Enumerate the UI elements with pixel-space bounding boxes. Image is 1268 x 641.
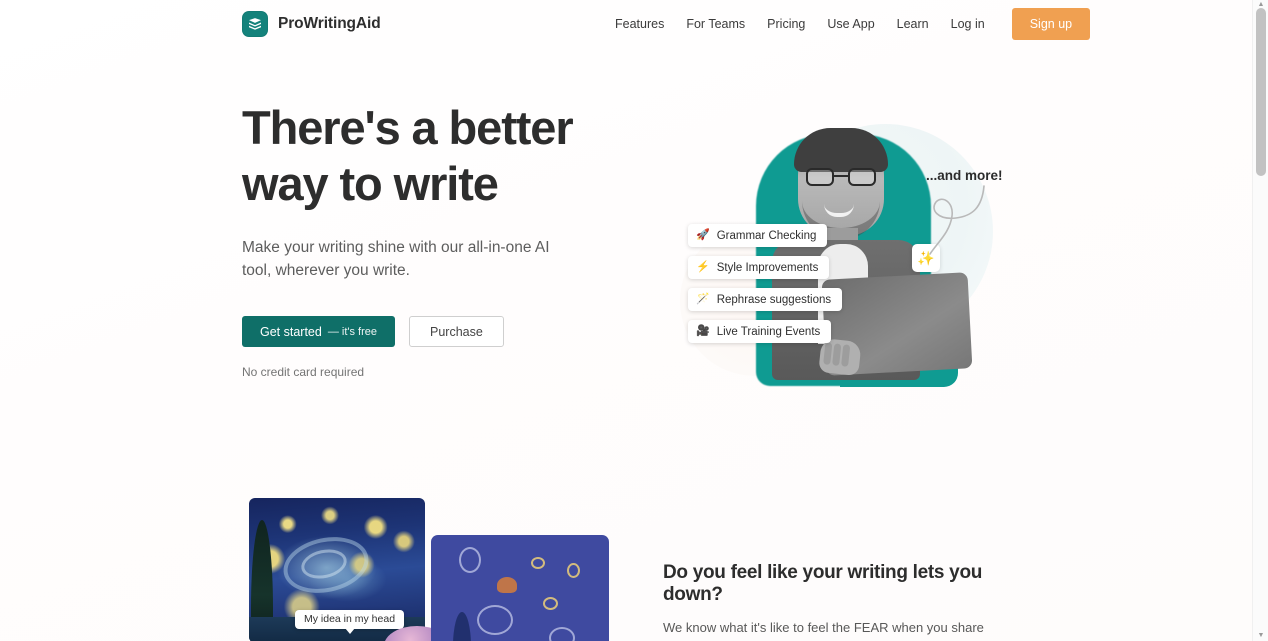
hero-illustration: ✨ ...and more! 🚀 Grammar Checking ⚡ Styl… bbox=[660, 96, 1010, 396]
video-camera-icon: 🎥 bbox=[696, 325, 710, 337]
no-credit-card-note: No credit card required bbox=[242, 365, 365, 379]
feature-chip-list: 🚀 Grammar Checking ⚡ Style Improvements … bbox=[688, 224, 843, 343]
hand-drawn-arrow-icon bbox=[929, 185, 985, 255]
doodle-star bbox=[543, 597, 558, 610]
get-started-note: — it's free bbox=[327, 325, 378, 338]
doodle-star bbox=[531, 557, 545, 569]
rocket-icon: 🚀 bbox=[696, 229, 710, 241]
starry-night-image: My idea in my head bbox=[249, 498, 425, 641]
purchase-button[interactable]: Purchase bbox=[409, 316, 504, 347]
hero-actions: Get started — it's free Purchase bbox=[242, 316, 642, 347]
feature-chip-label: Rephrase suggestions bbox=[716, 293, 832, 306]
section-heading: Do you feel like your writing lets you d… bbox=[663, 562, 983, 605]
page-scrollbar[interactable]: ▲ ▼ bbox=[1252, 0, 1268, 641]
hero-subtitle: Make your writing shine with our all-in-… bbox=[242, 239, 550, 279]
hero-copy: There's a better way to write Make your … bbox=[242, 100, 642, 347]
page-content: ProWritingAid Features For Teams Pricing… bbox=[0, 0, 1252, 641]
doodle-swirl bbox=[549, 627, 575, 641]
feature-chip-label: Style Improvements bbox=[716, 261, 819, 274]
scroll-down-arrow-icon[interactable]: ▼ bbox=[1257, 632, 1265, 640]
person-hair bbox=[794, 128, 888, 172]
lightning-icon: ⚡ bbox=[696, 261, 710, 273]
feature-chip-grammar-checking: 🚀 Grammar Checking bbox=[688, 224, 828, 247]
feature-chip-label: Grammar Checking bbox=[716, 229, 817, 242]
artwork-caption: My idea in my head bbox=[295, 610, 405, 634]
lower-section: My idea in my head Do you feel like your… bbox=[0, 470, 1252, 641]
doodle-swirl bbox=[477, 605, 513, 635]
feature-chip-label: Live Training Events bbox=[716, 325, 821, 338]
browser-viewport: ProWritingAid Features For Teams Pricing… bbox=[0, 0, 1268, 641]
doodle-star bbox=[567, 563, 580, 578]
lower-copy: Do you feel like your writing lets you d… bbox=[663, 562, 1023, 641]
artwork-comparison: My idea in my head bbox=[249, 498, 619, 641]
hero-section: There's a better way to write Make your … bbox=[0, 0, 1252, 470]
person-hand bbox=[818, 338, 862, 376]
magic-wand-icon: 🪄 bbox=[696, 293, 710, 305]
section-body: We know what it's like to feel the FEAR … bbox=[663, 620, 984, 635]
feature-chip-style-improvements: ⚡ Style Improvements bbox=[688, 256, 830, 279]
and-more-annotation: ...and more! bbox=[926, 168, 1003, 183]
get-started-button[interactable]: Get started — it's free bbox=[242, 316, 396, 347]
page-title: There's a better way to write bbox=[242, 101, 574, 210]
glasses-icon bbox=[806, 168, 876, 186]
simple-cypress-tree bbox=[453, 612, 471, 641]
doodle-swirl bbox=[459, 547, 481, 573]
feature-chip-live-training-events: 🎥 Live Training Events bbox=[688, 320, 832, 343]
simplified-artwork-image bbox=[431, 535, 609, 641]
doodle-moon bbox=[497, 577, 517, 593]
scrollbar-thumb[interactable] bbox=[1256, 8, 1266, 176]
feature-chip-rephrase-suggestions: 🪄 Rephrase suggestions bbox=[688, 288, 843, 311]
get-started-label: Get started bbox=[260, 324, 322, 339]
